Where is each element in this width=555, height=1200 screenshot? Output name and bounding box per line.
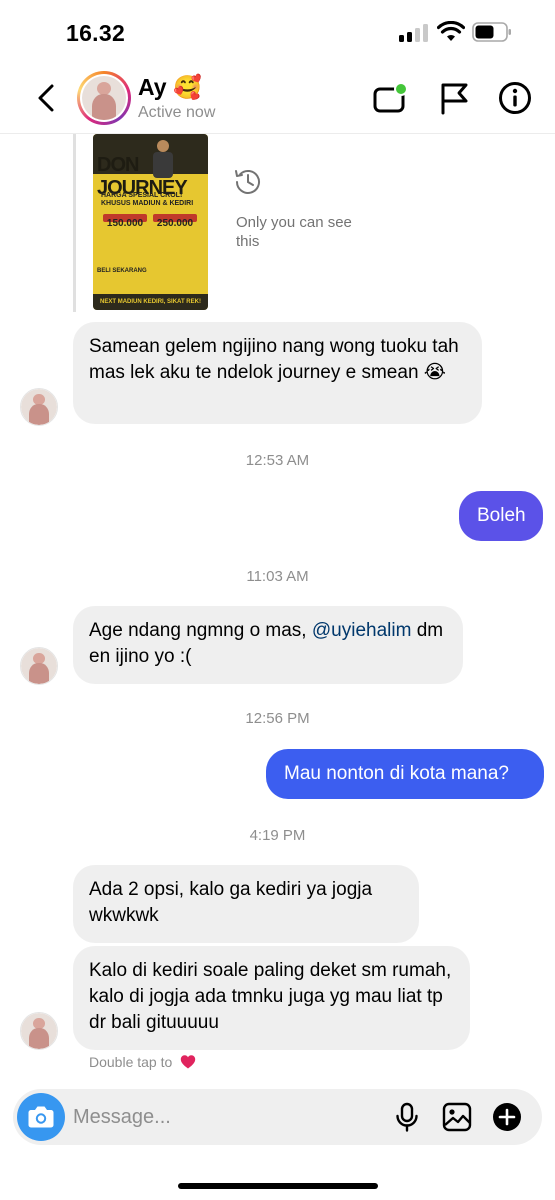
incoming-message[interactable]: Age ndang ngmng o mas, @uyiehalim dm en … [73,606,463,684]
flag-icon[interactable] [436,80,472,116]
message-composer [13,1089,542,1145]
incoming-message[interactable]: Kalo di kediri soale paling deket sm rum… [73,946,470,1050]
story-subtitle: HARGA SPESIAL CROL! KHUSUS MADIUN & KEDI… [101,192,194,207]
timestamp: 11:03 AM [246,568,309,585]
chat-header: Ay 🥰 Active now [0,62,555,134]
heart-icon [180,1055,196,1069]
video-call-icon[interactable] [372,80,408,116]
message-input[interactable] [73,1097,353,1137]
story-cta: BELI SEKARANG [97,268,147,274]
incoming-message[interactable]: Ada 2 opsi, kalo ga kediri ya jogja wkwk… [73,865,419,943]
info-icon[interactable] [497,80,533,116]
sender-avatar[interactable] [20,1012,58,1050]
active-status: Active now [138,104,216,121]
double-tap-hint: Double tap to [89,1054,196,1070]
sender-avatar[interactable] [20,388,58,426]
home-indicator [178,1183,378,1189]
microphone-icon[interactable] [391,1101,423,1133]
history-icon [235,169,260,194]
timestamp: 4:19 PM [249,827,306,844]
reply-indicator-line [73,134,76,312]
user-mention-link[interactable]: @uyiehalim [312,620,412,641]
story-price: 250.000 [156,218,194,229]
battery-icon [472,22,511,42]
contact-name[interactable]: Ay 🥰 [138,74,202,101]
wifi-icon [437,21,465,41]
timestamp: 12:56 PM [245,710,310,727]
story-price: 150.000 [106,218,144,229]
plus-icon[interactable] [491,1101,523,1133]
contact-avatar[interactable] [77,71,131,125]
timestamp: 12:53 AM [245,452,310,469]
camera-icon [28,1106,54,1128]
cellular-signal-icon [399,24,429,42]
avatar-photo [82,76,126,120]
outgoing-message[interactable]: Boleh [459,491,543,541]
status-bar: 16.32 [0,0,555,62]
outgoing-message[interactable]: Mau nonton di kota mana? [266,749,544,799]
smiling-face-with-hearts-emoji: 🥰 [172,74,202,100]
status-time: 16.32 [66,20,126,46]
sender-avatar[interactable] [20,647,58,685]
only-you-can-see-notice: Only you can see this [236,214,352,250]
camera-button[interactable] [17,1093,65,1141]
story-preview-image[interactable]: DON JOURNEY HARGA SPESIAL CROL! KHUSUS M… [93,134,208,310]
incoming-message[interactable]: Samean gelem ngijino nang wong tuoku tah… [73,322,482,424]
story-footer: NEXT MADIUN KEDIRI, SIKAT REK! [93,294,208,310]
back-icon[interactable] [32,82,62,114]
gallery-icon[interactable] [441,1101,473,1133]
